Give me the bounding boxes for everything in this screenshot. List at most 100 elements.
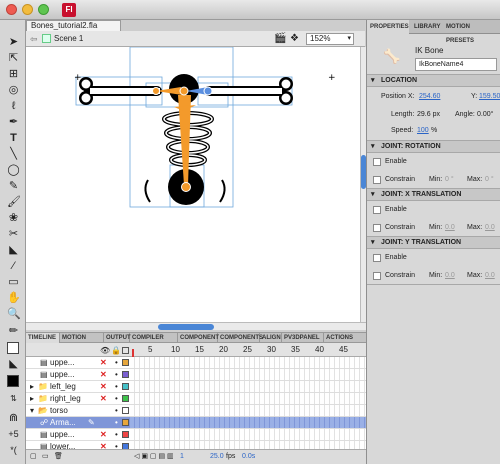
visibility-dot[interactable]: • [115, 417, 118, 428]
layer-name[interactable]: uppe... [50, 357, 74, 368]
position-x-value[interactable]: 254.60 [419, 92, 440, 102]
tab-pv3dpanel[interactable]: PV3DPANEL [282, 333, 324, 343]
visibility-dot[interactable]: • [115, 357, 118, 368]
layer-outline-color[interactable] [122, 371, 129, 378]
paint-bucket-tool-icon[interactable]: ◣ [7, 244, 20, 257]
playhead[interactable] [132, 349, 134, 357]
document-tab[interactable]: Bones_tutorial2.fla [26, 20, 121, 31]
visibility-dot[interactable]: • [115, 381, 118, 392]
layer-name[interactable]: Arma... [50, 417, 76, 428]
y-max-value[interactable]: 0.0 [485, 271, 495, 281]
visibility-dot[interactable]: • [115, 393, 118, 404]
layer-row-selected[interactable]: ☍ Arma... ✎ • [26, 417, 366, 429]
x-min-value[interactable]: 0.0 [445, 223, 455, 233]
deco-tool-icon[interactable]: ❀ [7, 212, 20, 225]
tab-motion-editor[interactable]: MOTION EDITO [60, 333, 104, 351]
layer-outline-color[interactable] [122, 431, 129, 438]
layer-frames[interactable] [130, 369, 366, 380]
subselection-tool-icon[interactable]: ⇱ [7, 52, 20, 65]
eyedropper-tool-icon[interactable]: ⁄ [7, 260, 20, 273]
bone-tool-icon[interactable]: ✂ [7, 228, 20, 241]
joint-y-section-header[interactable]: ▾ JOINT: Y TRANSLATION [367, 236, 500, 249]
snap-to-objects-icon[interactable]: ⋒ [7, 412, 20, 425]
visibility-dot[interactable]: • [115, 429, 118, 440]
layer-row[interactable]: ▤ uppe... ✕ • [26, 357, 366, 369]
frame-ruler[interactable]: 5 10 15 20 25 30 35 40 45 [130, 343, 366, 357]
tab-library[interactable]: LIBRARY [411, 20, 441, 34]
scene-label[interactable]: Scene 1 [54, 34, 83, 43]
stroke-color-icon[interactable]: ✏ [7, 325, 20, 338]
zoom-window-button[interactable] [38, 4, 49, 15]
tab-motion-presets[interactable]: MOTION PRESETS [443, 20, 500, 44]
layer-outline-color[interactable] [122, 395, 129, 402]
y-min-value[interactable]: 0.0 [445, 271, 455, 281]
new-layer-icon[interactable]: ▢ [30, 450, 37, 464]
x-constrain-checkbox[interactable] [373, 224, 381, 232]
outline-icon[interactable] [122, 347, 129, 354]
chevron-right-icon[interactable]: ▸ [30, 381, 34, 392]
layer-row[interactable]: ▤ uppe... ✕ • [26, 429, 366, 441]
layer-folder-row[interactable]: ▾ 📂 torso • [26, 405, 366, 417]
onion-skin-icons[interactable]: ◁ ▣ ▢ ▤ ▥ [134, 450, 174, 464]
selection-tool-icon[interactable]: ➤ [7, 36, 20, 49]
brush-tool-icon[interactable]: 🖌 [7, 196, 21, 209]
layer-folder-row[interactable]: ▸ 📁 left_leg ✕ • [26, 381, 366, 393]
swap-colors-icon[interactable]: ⇅ [7, 392, 20, 405]
layer-frames[interactable] [130, 381, 366, 392]
horizontal-scrollbar[interactable] [26, 322, 366, 330]
rotation-constrain-checkbox[interactable] [373, 176, 381, 184]
tab-properties[interactable]: PROPERTIES [367, 20, 409, 34]
right-arm-bone[interactable] [204, 77, 293, 105]
fill-color-icon[interactable]: ◣ [7, 358, 20, 371]
fps-value[interactable]: 25.0 [210, 450, 224, 464]
chevron-down-icon[interactable]: ▾ [30, 405, 34, 416]
chevron-right-icon[interactable]: ▸ [30, 393, 34, 404]
3d-rotation-tool-icon[interactable]: ◎ [7, 84, 20, 97]
eye-icon[interactable]: 👁 [100, 346, 110, 355]
layer-name[interactable]: uppe... [50, 429, 74, 440]
current-frame[interactable]: 1 [180, 450, 184, 464]
y-constrain-checkbox[interactable] [373, 272, 381, 280]
eraser-tool-icon[interactable]: ▭ [7, 276, 20, 289]
straighten-icon[interactable]: *( [7, 444, 20, 457]
lasso-tool-icon[interactable]: ℓ [7, 100, 20, 113]
layer-name[interactable]: left_leg [50, 381, 76, 392]
tab-output[interactable]: OUTPUT [104, 333, 131, 343]
tab-components[interactable]: COMPONENTS [218, 333, 263, 343]
layer-name[interactable]: right_leg [50, 393, 81, 404]
elapsed-time[interactable]: 0.0s [242, 450, 255, 464]
x-enable-checkbox[interactable] [373, 206, 381, 214]
pencil-tool-icon[interactable]: ✎ [7, 180, 20, 193]
rotation-enable-checkbox[interactable] [373, 158, 381, 166]
layer-frames[interactable] [130, 357, 366, 368]
layer-name[interactable]: torso [50, 405, 68, 416]
tab-actions[interactable]: ACTIONS [324, 333, 366, 343]
location-section-header[interactable]: ▾ LOCATION [367, 74, 500, 87]
layer-frames[interactable] [130, 417, 366, 428]
joint-x-section-header[interactable]: ▾ JOINT: X TRANSLATION [367, 188, 500, 201]
tab-compiler-errors[interactable]: COMPILER ERR [130, 333, 178, 351]
minimize-window-button[interactable] [22, 4, 33, 15]
close-window-button[interactable] [6, 4, 17, 15]
visibility-dot[interactable]: • [115, 369, 118, 380]
back-arrow-icon[interactable]: ⇦ [30, 34, 38, 45]
horizontal-scroll-thumb[interactable] [158, 324, 214, 330]
layer-outline-color[interactable] [122, 359, 129, 366]
new-folder-icon[interactable]: ▭ [42, 450, 49, 464]
stage[interactable]: + + [26, 46, 360, 322]
tab-timeline[interactable]: TIMELINE [26, 333, 60, 343]
tab-component-inspector[interactable]: COMPONENT I [178, 333, 219, 351]
rotation-min-value[interactable]: 0 ° [445, 175, 454, 185]
line-tool-icon[interactable]: ╲ [7, 148, 20, 161]
layer-row[interactable]: ▤ uppe... ✕ • [26, 369, 366, 381]
layer-outline-color[interactable] [122, 419, 129, 426]
edit-symbol-icon[interactable]: ❖ [290, 33, 299, 44]
lock-icon[interactable]: 🔒 [111, 346, 121, 355]
smooth-icon[interactable]: +5 [7, 428, 20, 441]
layer-folder-row[interactable]: ▸ 📁 right_leg ✕ • [26, 393, 366, 405]
edit-scene-icon[interactable]: 🎬 [274, 33, 286, 44]
stroke-color-swatch[interactable] [7, 342, 19, 354]
layer-frames[interactable] [130, 405, 366, 416]
ik-armature-artwork[interactable]: + + [26, 46, 360, 322]
speed-value[interactable]: 100 [417, 126, 429, 136]
